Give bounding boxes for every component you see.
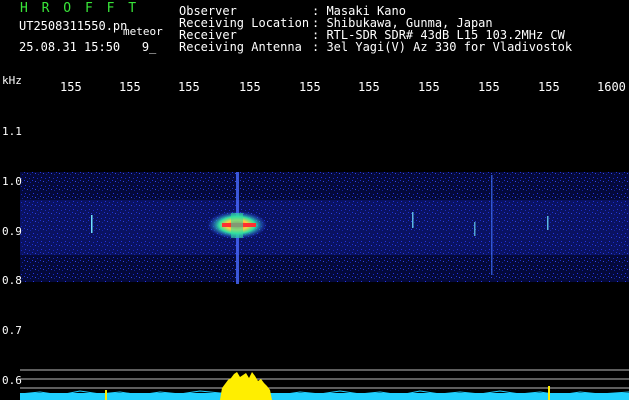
streak — [91, 215, 93, 233]
y-tick: 0.7 — [2, 324, 22, 337]
spectrum-baseline — [20, 393, 629, 400]
file-name: UT2508311550.pn — [19, 19, 128, 33]
streak — [412, 212, 414, 228]
x-tick: 155 — [60, 80, 82, 94]
info-value-antenna: : 3el Yagi(V) Az 330 for Vladivostok — [312, 40, 573, 54]
y-tick: 1.1 — [2, 125, 22, 138]
streak — [491, 175, 493, 275]
y-tick: 0.8 — [2, 274, 22, 287]
info-label-antenna: Receiving Antenna — [179, 40, 302, 54]
y-tick: 0.6 — [2, 374, 22, 387]
timestamp: 25.08.31 15:50 9_ — [19, 40, 157, 54]
x-tick: 155 — [538, 80, 560, 94]
y-axis-unit: kHz — [2, 74, 22, 87]
streak — [547, 216, 549, 230]
file-suffix: meteor — [123, 25, 163, 38]
x-tick: 155 — [418, 80, 440, 94]
x-tick: 155 — [178, 80, 200, 94]
waterfall-plot — [19, 172, 629, 400]
spectrum-spike — [105, 390, 107, 400]
x-tick: 155 — [239, 80, 261, 94]
spectrum-spike — [548, 386, 550, 400]
x-tick: 155 — [119, 80, 141, 94]
x-tick: 155 — [478, 80, 500, 94]
noise-band-center — [20, 200, 629, 255]
x-tick: 155 — [358, 80, 380, 94]
brand-title: H R O F F T — [20, 1, 140, 16]
streak — [474, 222, 476, 236]
y-tick: 0.9 — [2, 225, 22, 238]
x-tick: 155 — [299, 80, 321, 94]
y-tick: 1.0 — [2, 175, 22, 188]
x-tick: 1600 — [597, 80, 626, 94]
spectrum-peak — [220, 372, 272, 400]
